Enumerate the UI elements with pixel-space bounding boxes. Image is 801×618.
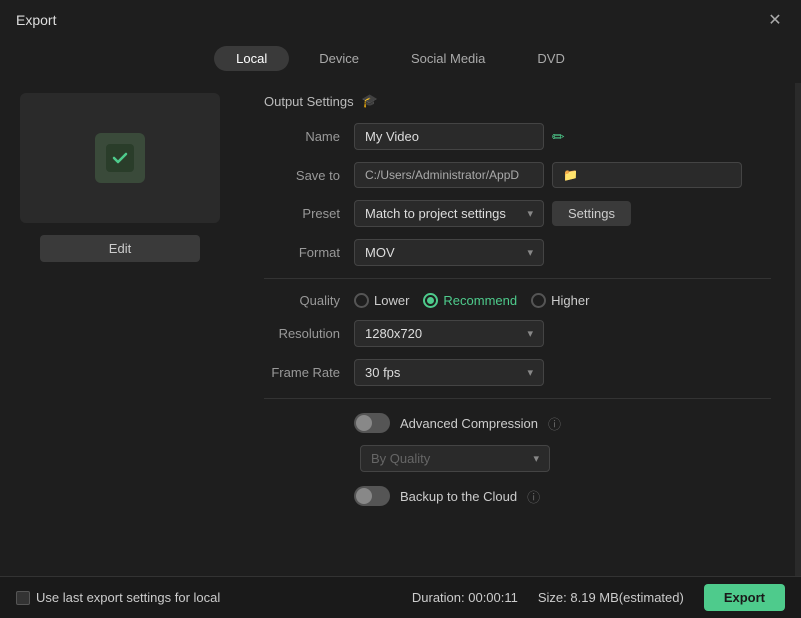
format-row: Format MOV ▾ xyxy=(264,239,771,266)
backup-cloud-row: Backup to the Cloud ⓘ xyxy=(264,486,771,506)
resolution-chevron-icon: ▾ xyxy=(527,327,533,340)
backup-cloud-toggle[interactable] xyxy=(354,486,390,506)
advanced-compression-row: Advanced Compression ⓘ xyxy=(264,413,771,433)
format-select[interactable]: MOV ▾ xyxy=(354,239,544,266)
name-row: Name ✏ xyxy=(264,123,771,150)
backup-cloud-label: Backup to the Cloud xyxy=(400,489,517,504)
quality-recommend-option[interactable]: Recommend xyxy=(423,293,517,308)
name-label: Name xyxy=(264,129,354,144)
quality-lower-radio[interactable] xyxy=(354,293,369,308)
left-panel: Edit xyxy=(0,83,240,601)
quality-recommend-radio[interactable] xyxy=(423,293,438,308)
last-settings-checkbox[interactable] xyxy=(16,591,30,605)
quality-recommend-label: Recommend xyxy=(443,293,517,308)
save-to-path: C:/Users/Administrator/AppD xyxy=(354,162,544,188)
preset-row: Preset Match to project settings ▾ Setti… xyxy=(264,200,771,227)
quality-higher-label: Higher xyxy=(551,293,589,308)
preview-box xyxy=(20,93,220,223)
bottom-bar: Use last export settings for local Durat… xyxy=(0,576,801,618)
title-bar: Export ✕ xyxy=(0,0,801,40)
folder-icon[interactable]: 📁 xyxy=(552,162,742,188)
quality-lower-option[interactable]: Lower xyxy=(354,293,409,308)
preset-chevron-icon: ▾ xyxy=(527,207,533,220)
quality-higher-radio[interactable] xyxy=(531,293,546,308)
settings-button[interactable]: Settings xyxy=(552,201,631,226)
preset-select[interactable]: Match to project settings ▾ xyxy=(354,200,544,227)
right-panel: Output Settings 🎓 Name ✏ Save to C:/User… xyxy=(240,83,795,601)
frame-rate-select[interactable]: 30 fps ▾ xyxy=(354,359,544,386)
quality-recommend-radio-inner xyxy=(427,297,434,304)
preset-select-container: Match to project settings ▾ Settings xyxy=(354,200,771,227)
quality-lower-label: Lower xyxy=(374,293,409,308)
last-settings-label: Use last export settings for local xyxy=(36,590,220,605)
backup-cloud-help-icon[interactable]: ⓘ xyxy=(527,487,540,506)
bottom-left: Use last export settings for local xyxy=(16,590,220,605)
name-field-container: ✏ xyxy=(354,123,771,150)
divider-1 xyxy=(264,278,771,279)
save-to-label: Save to xyxy=(264,168,354,183)
by-quality-chevron-icon: ▾ xyxy=(533,452,539,465)
format-label: Format xyxy=(264,245,354,260)
frame-rate-label: Frame Rate xyxy=(264,365,354,380)
backup-cloud-toggle-container: Backup to the Cloud ⓘ xyxy=(354,486,771,506)
app-title: Export xyxy=(16,12,56,28)
frame-rate-select-container: 30 fps ▾ xyxy=(354,359,771,386)
advanced-compression-label: Advanced Compression xyxy=(400,416,538,431)
advanced-compression-toggle-container: Advanced Compression ⓘ xyxy=(354,413,771,433)
quality-label: Quality xyxy=(264,293,354,308)
output-settings-title: Output Settings 🎓 xyxy=(264,93,771,109)
frame-rate-chevron-icon: ▾ xyxy=(527,366,533,379)
resolution-select[interactable]: 1280x720 ▾ xyxy=(354,320,544,347)
save-to-field: C:/Users/Administrator/AppD 📁 xyxy=(354,162,771,188)
by-quality-select[interactable]: By Quality ▾ xyxy=(360,445,550,472)
format-select-container: MOV ▾ xyxy=(354,239,771,266)
tab-dvd[interactable]: DVD xyxy=(515,46,586,71)
divider-2 xyxy=(264,398,771,399)
frame-rate-row: Frame Rate 30 fps ▾ xyxy=(264,359,771,386)
close-button[interactable]: ✕ xyxy=(765,10,785,30)
ai-edit-icon[interactable]: ✏ xyxy=(552,128,565,146)
tab-social-media[interactable]: Social Media xyxy=(389,46,507,71)
bottom-info: Duration: 00:00:11 Size: 8.19 MB(estimat… xyxy=(412,584,785,611)
preview-icon xyxy=(95,133,145,183)
backup-toggle-knob xyxy=(356,488,372,504)
size-label: Size: 8.19 MB(estimated) xyxy=(538,590,684,605)
quality-higher-option[interactable]: Higher xyxy=(531,293,589,308)
name-input[interactable] xyxy=(354,123,544,150)
quality-row: Quality Lower Recommend xyxy=(264,293,771,308)
toggle-knob xyxy=(356,415,372,431)
preset-label: Preset xyxy=(264,206,354,221)
edit-button[interactable]: Edit xyxy=(40,235,200,262)
format-chevron-icon: ▾ xyxy=(527,246,533,259)
advanced-compression-help-icon[interactable]: ⓘ xyxy=(548,414,561,433)
advanced-compression-toggle[interactable] xyxy=(354,413,390,433)
save-to-row: Save to C:/Users/Administrator/AppD 📁 xyxy=(264,162,771,188)
main-layout: Edit Output Settings 🎓 Name ✏ Save to C:… xyxy=(0,83,801,601)
tab-bar: Local Device Social Media DVD xyxy=(0,40,801,83)
resolution-select-container: 1280x720 ▾ xyxy=(354,320,771,347)
duration-label: Duration: 00:00:11 xyxy=(412,590,518,605)
export-button[interactable]: Export xyxy=(704,584,785,611)
resolution-row: Resolution 1280x720 ▾ xyxy=(264,320,771,347)
tab-local[interactable]: Local xyxy=(214,46,289,71)
tab-device[interactable]: Device xyxy=(297,46,381,71)
scrollbar[interactable] xyxy=(795,83,801,601)
quality-radio-group: Lower Recommend Higher xyxy=(354,293,771,308)
resolution-label: Resolution xyxy=(264,326,354,341)
settings-hat-icon: 🎓 xyxy=(362,93,378,109)
